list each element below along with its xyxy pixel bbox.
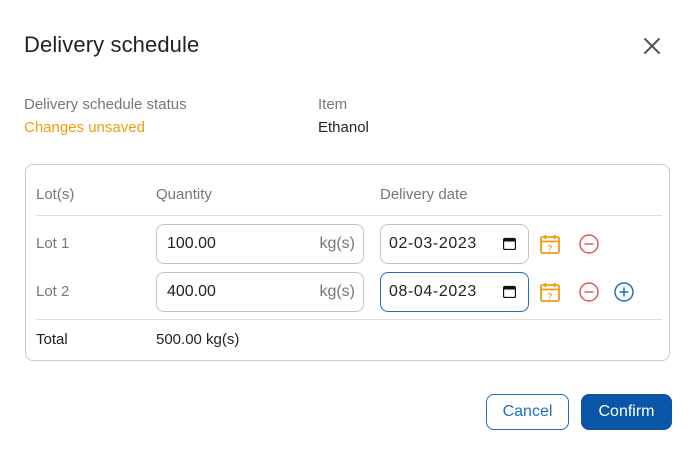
table-row: Lot 2 400.00 kg(s) 08-04-2023 ? bbox=[26, 272, 669, 312]
date-picker-icon[interactable] bbox=[503, 237, 516, 250]
dialog-title: Delivery schedule bbox=[24, 32, 200, 57]
quantity-input[interactable]: 100.00 kg(s) bbox=[156, 224, 364, 264]
delivery-date-input[interactable]: 02-03-2023 bbox=[380, 224, 529, 264]
confirm-button[interactable]: Confirm bbox=[581, 394, 672, 430]
delivery-date-value: 08-04-2023 bbox=[389, 283, 477, 300]
column-header-quantity: Quantity bbox=[156, 186, 212, 203]
column-header-lots: Lot(s) bbox=[36, 186, 75, 203]
lot-label: Lot 1 bbox=[36, 235, 70, 252]
lot-label: Lot 2 bbox=[36, 283, 70, 300]
total-divider bbox=[36, 319, 662, 320]
close-icon[interactable] bbox=[640, 34, 664, 58]
quantity-input[interactable]: 400.00 kg(s) bbox=[156, 272, 364, 312]
quantity-unit: kg(s) bbox=[319, 283, 355, 300]
minus-circle-icon[interactable] bbox=[578, 233, 600, 255]
calendar-icon[interactable]: ? bbox=[539, 281, 561, 303]
item-value: Ethanol bbox=[318, 119, 369, 136]
svg-text:?: ? bbox=[548, 244, 553, 253]
minus-circle-icon[interactable] bbox=[578, 281, 600, 303]
plus-circle-icon[interactable] bbox=[613, 281, 635, 303]
quantity-value: 100.00 bbox=[167, 235, 216, 252]
lots-table: Lot(s) Quantity Delivery date Lot 1 100.… bbox=[25, 164, 670, 361]
header-divider bbox=[36, 215, 662, 216]
calendar-icon[interactable]: ? bbox=[539, 233, 561, 255]
total-label: Total bbox=[36, 331, 68, 348]
total-value: 500.00 kg(s) bbox=[156, 331, 240, 348]
date-picker-icon[interactable] bbox=[503, 285, 516, 298]
column-header-delivery-date: Delivery date bbox=[380, 186, 468, 203]
quantity-value: 400.00 bbox=[167, 283, 216, 300]
quantity-unit: kg(s) bbox=[319, 235, 355, 252]
cancel-button[interactable]: Cancel bbox=[486, 394, 569, 430]
table-row: Lot 1 100.00 kg(s) 02-03-2023 ? bbox=[26, 224, 669, 264]
item-label: Item bbox=[318, 96, 348, 113]
svg-text:?: ? bbox=[548, 292, 553, 301]
delivery-date-value: 02-03-2023 bbox=[389, 235, 477, 252]
delivery-date-input[interactable]: 08-04-2023 bbox=[380, 272, 529, 312]
status-value: Changes unsaved bbox=[24, 119, 145, 136]
status-label: Delivery schedule status bbox=[24, 96, 187, 113]
delivery-schedule-dialog: Delivery schedule Delivery schedule stat… bbox=[0, 0, 694, 451]
